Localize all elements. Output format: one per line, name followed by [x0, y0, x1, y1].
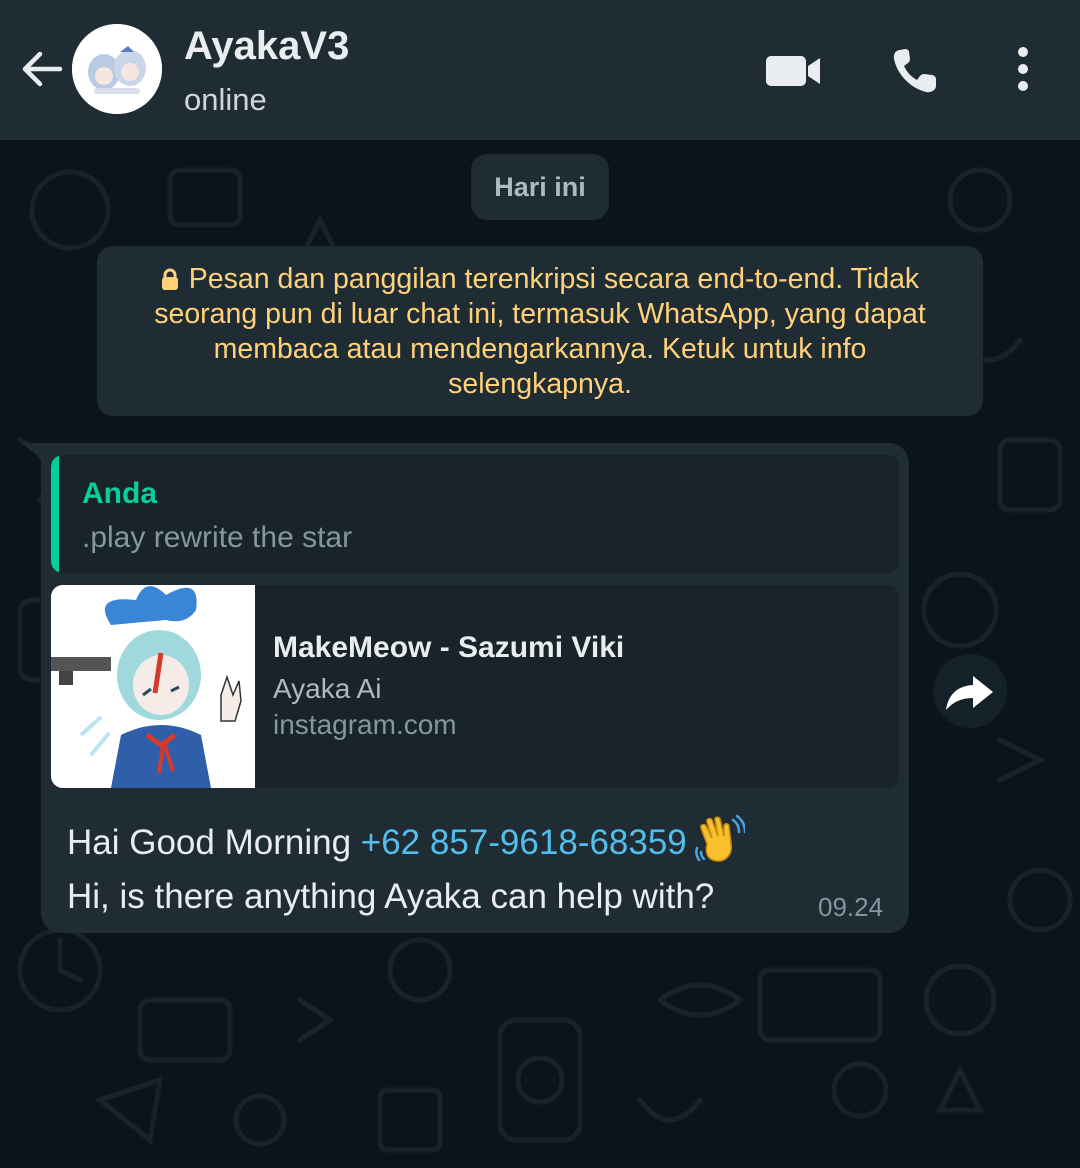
link-preview-title: MakeMeow - Sazumi Viki [273, 631, 625, 664]
contact-name[interactable]: AyakaV3 [184, 24, 349, 69]
forward-button[interactable] [933, 654, 1007, 728]
voice-call-icon[interactable] [890, 46, 940, 96]
lock-icon [161, 268, 178, 290]
contact-status: online [184, 82, 267, 117]
message-greeting: Hai Good Morning [67, 823, 352, 862]
quote-author: Anda [82, 477, 157, 510]
encryption-notice[interactable]: Pesan dan panggilan terenkripsi secara e… [97, 246, 983, 416]
link-preview-domain: instagram.com [273, 709, 457, 740]
message-line-2: Hi, is there anything Ayaka can help wit… [67, 877, 715, 916]
phone-mention-link[interactable]: +62 857-9618-68359 [361, 823, 687, 862]
message-timestamp: 09.24 [818, 892, 884, 922]
link-preview-card[interactable]: MakeMeow - Sazumi Viki Ayaka Ai instagra… [51, 585, 899, 788]
message-text: Hai Good Morning +62 857-9618-68359 Hi, … [67, 814, 827, 924]
avatar[interactable] [72, 24, 162, 114]
message-line-1: Hai Good Morning +62 857-9618-68359 [67, 814, 827, 870]
forward-arrow-icon [946, 676, 993, 710]
link-preview-description: Ayaka Ai [273, 673, 382, 704]
encryption-notice-text: Pesan dan panggilan terenkripsi secara e… [154, 263, 926, 400]
chat-header: AyakaV3 online [0, 0, 1080, 140]
quote-text: .play rewrite the star [82, 521, 353, 554]
quote-accent-bar [51, 455, 59, 573]
quoted-message[interactable]: Anda .play rewrite the star [51, 455, 899, 573]
video-call-icon[interactable] [764, 50, 822, 90]
avatar-image [72, 24, 162, 114]
waving-hand-emoji-icon [694, 814, 745, 862]
date-chip: Hari ini [471, 154, 609, 220]
link-preview-thumbnail [51, 585, 255, 788]
back-arrow-icon[interactable] [18, 46, 64, 92]
more-options-icon[interactable] [1008, 44, 1038, 94]
